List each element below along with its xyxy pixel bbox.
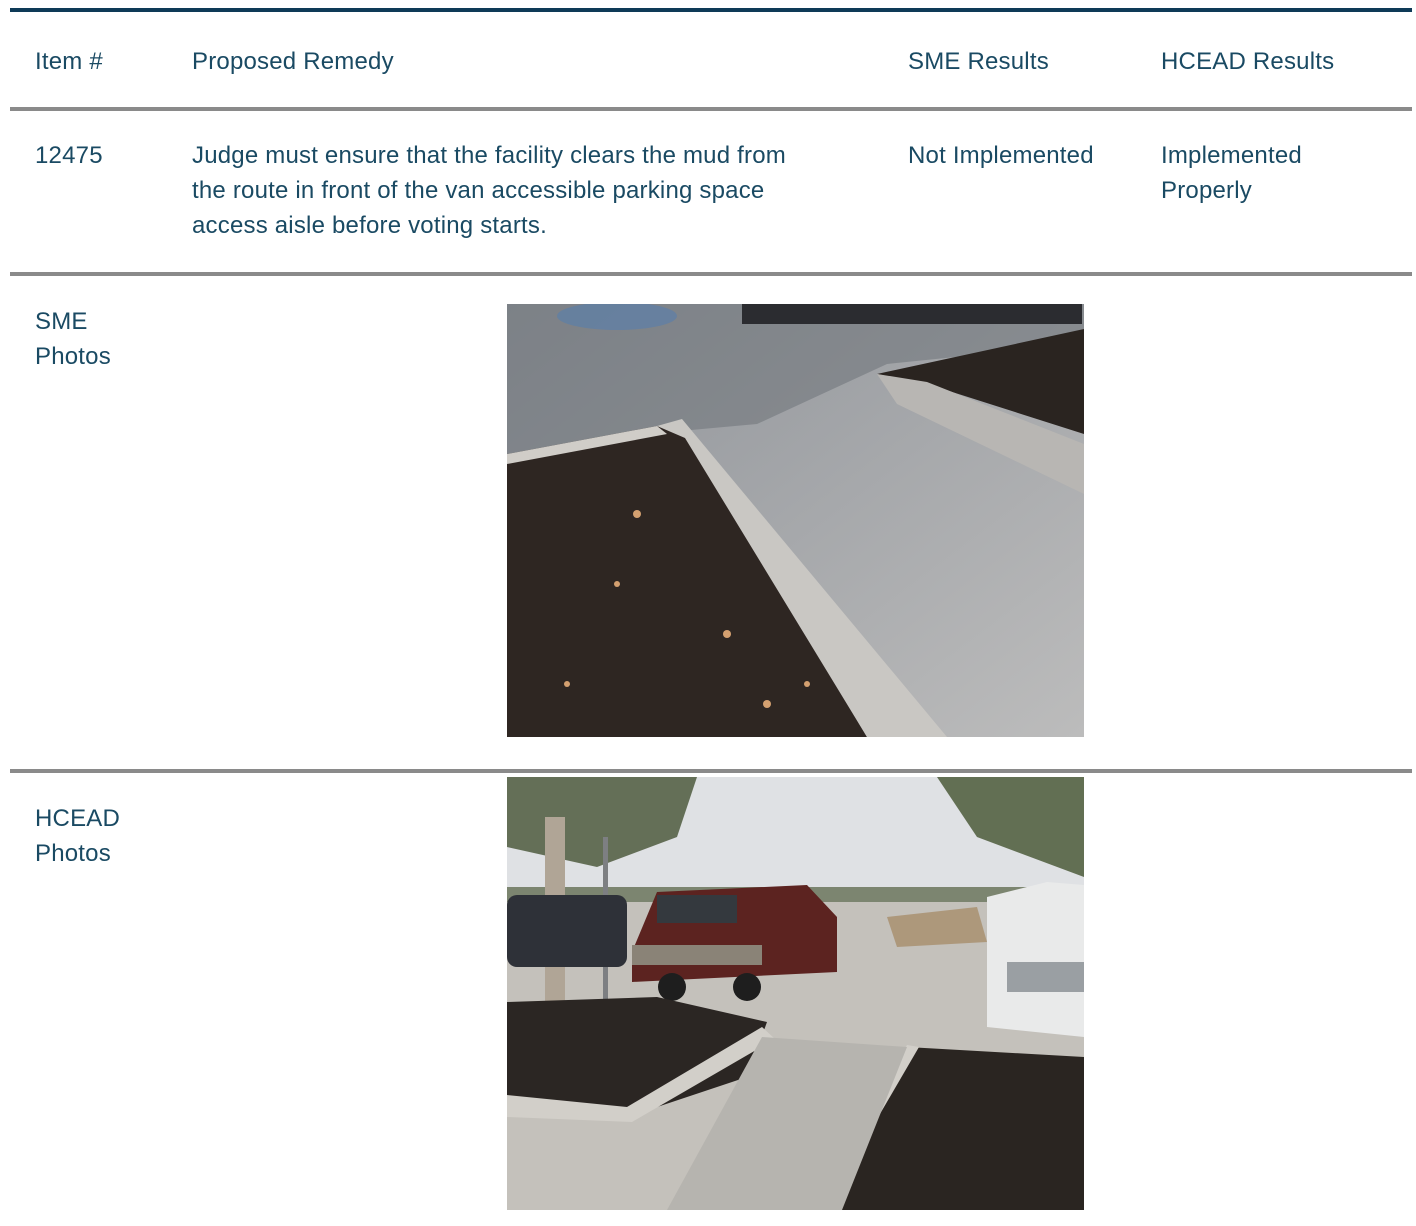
header-item-number: Item # xyxy=(35,48,103,75)
remedy-line: the route in front of the van accessible… xyxy=(192,177,765,204)
hcead-result-line: Properly xyxy=(1161,177,1252,204)
hcead-result-line: Implemented xyxy=(1161,142,1302,169)
hcead-photo xyxy=(507,777,1084,1210)
row-sme-result: Not Implemented xyxy=(908,142,1094,169)
label-line: SME xyxy=(35,308,88,335)
header-proposed-remedy: Proposed Remedy xyxy=(192,48,394,75)
header-hcead-results: HCEAD Results xyxy=(1161,48,1335,75)
sme-photo xyxy=(507,304,1084,737)
header-sme-results: SME Results xyxy=(908,48,1049,75)
table-top-rule xyxy=(10,8,1412,12)
remedy-line: access aisle before voting starts. xyxy=(192,212,547,239)
sme-photos-label: SME Photos xyxy=(35,304,111,374)
sme-photos-divider xyxy=(10,769,1412,773)
label-line: Photos xyxy=(35,343,111,370)
header-divider xyxy=(10,107,1412,111)
sme-photo-image xyxy=(507,304,1084,737)
row-divider xyxy=(10,272,1412,276)
row-proposed-remedy: Judge must ensure that the facility clea… xyxy=(192,138,882,243)
row-hcead-result: Implemented Properly xyxy=(1161,138,1302,208)
hcead-photo-image xyxy=(507,777,1084,1210)
hcead-photos-label: HCEAD Photos xyxy=(35,801,120,871)
row-item-number: 12475 xyxy=(35,142,103,169)
label-line: HCEAD xyxy=(35,805,121,832)
label-line: Photos xyxy=(35,840,111,867)
remedy-line: Judge must ensure that the facility clea… xyxy=(192,142,786,169)
